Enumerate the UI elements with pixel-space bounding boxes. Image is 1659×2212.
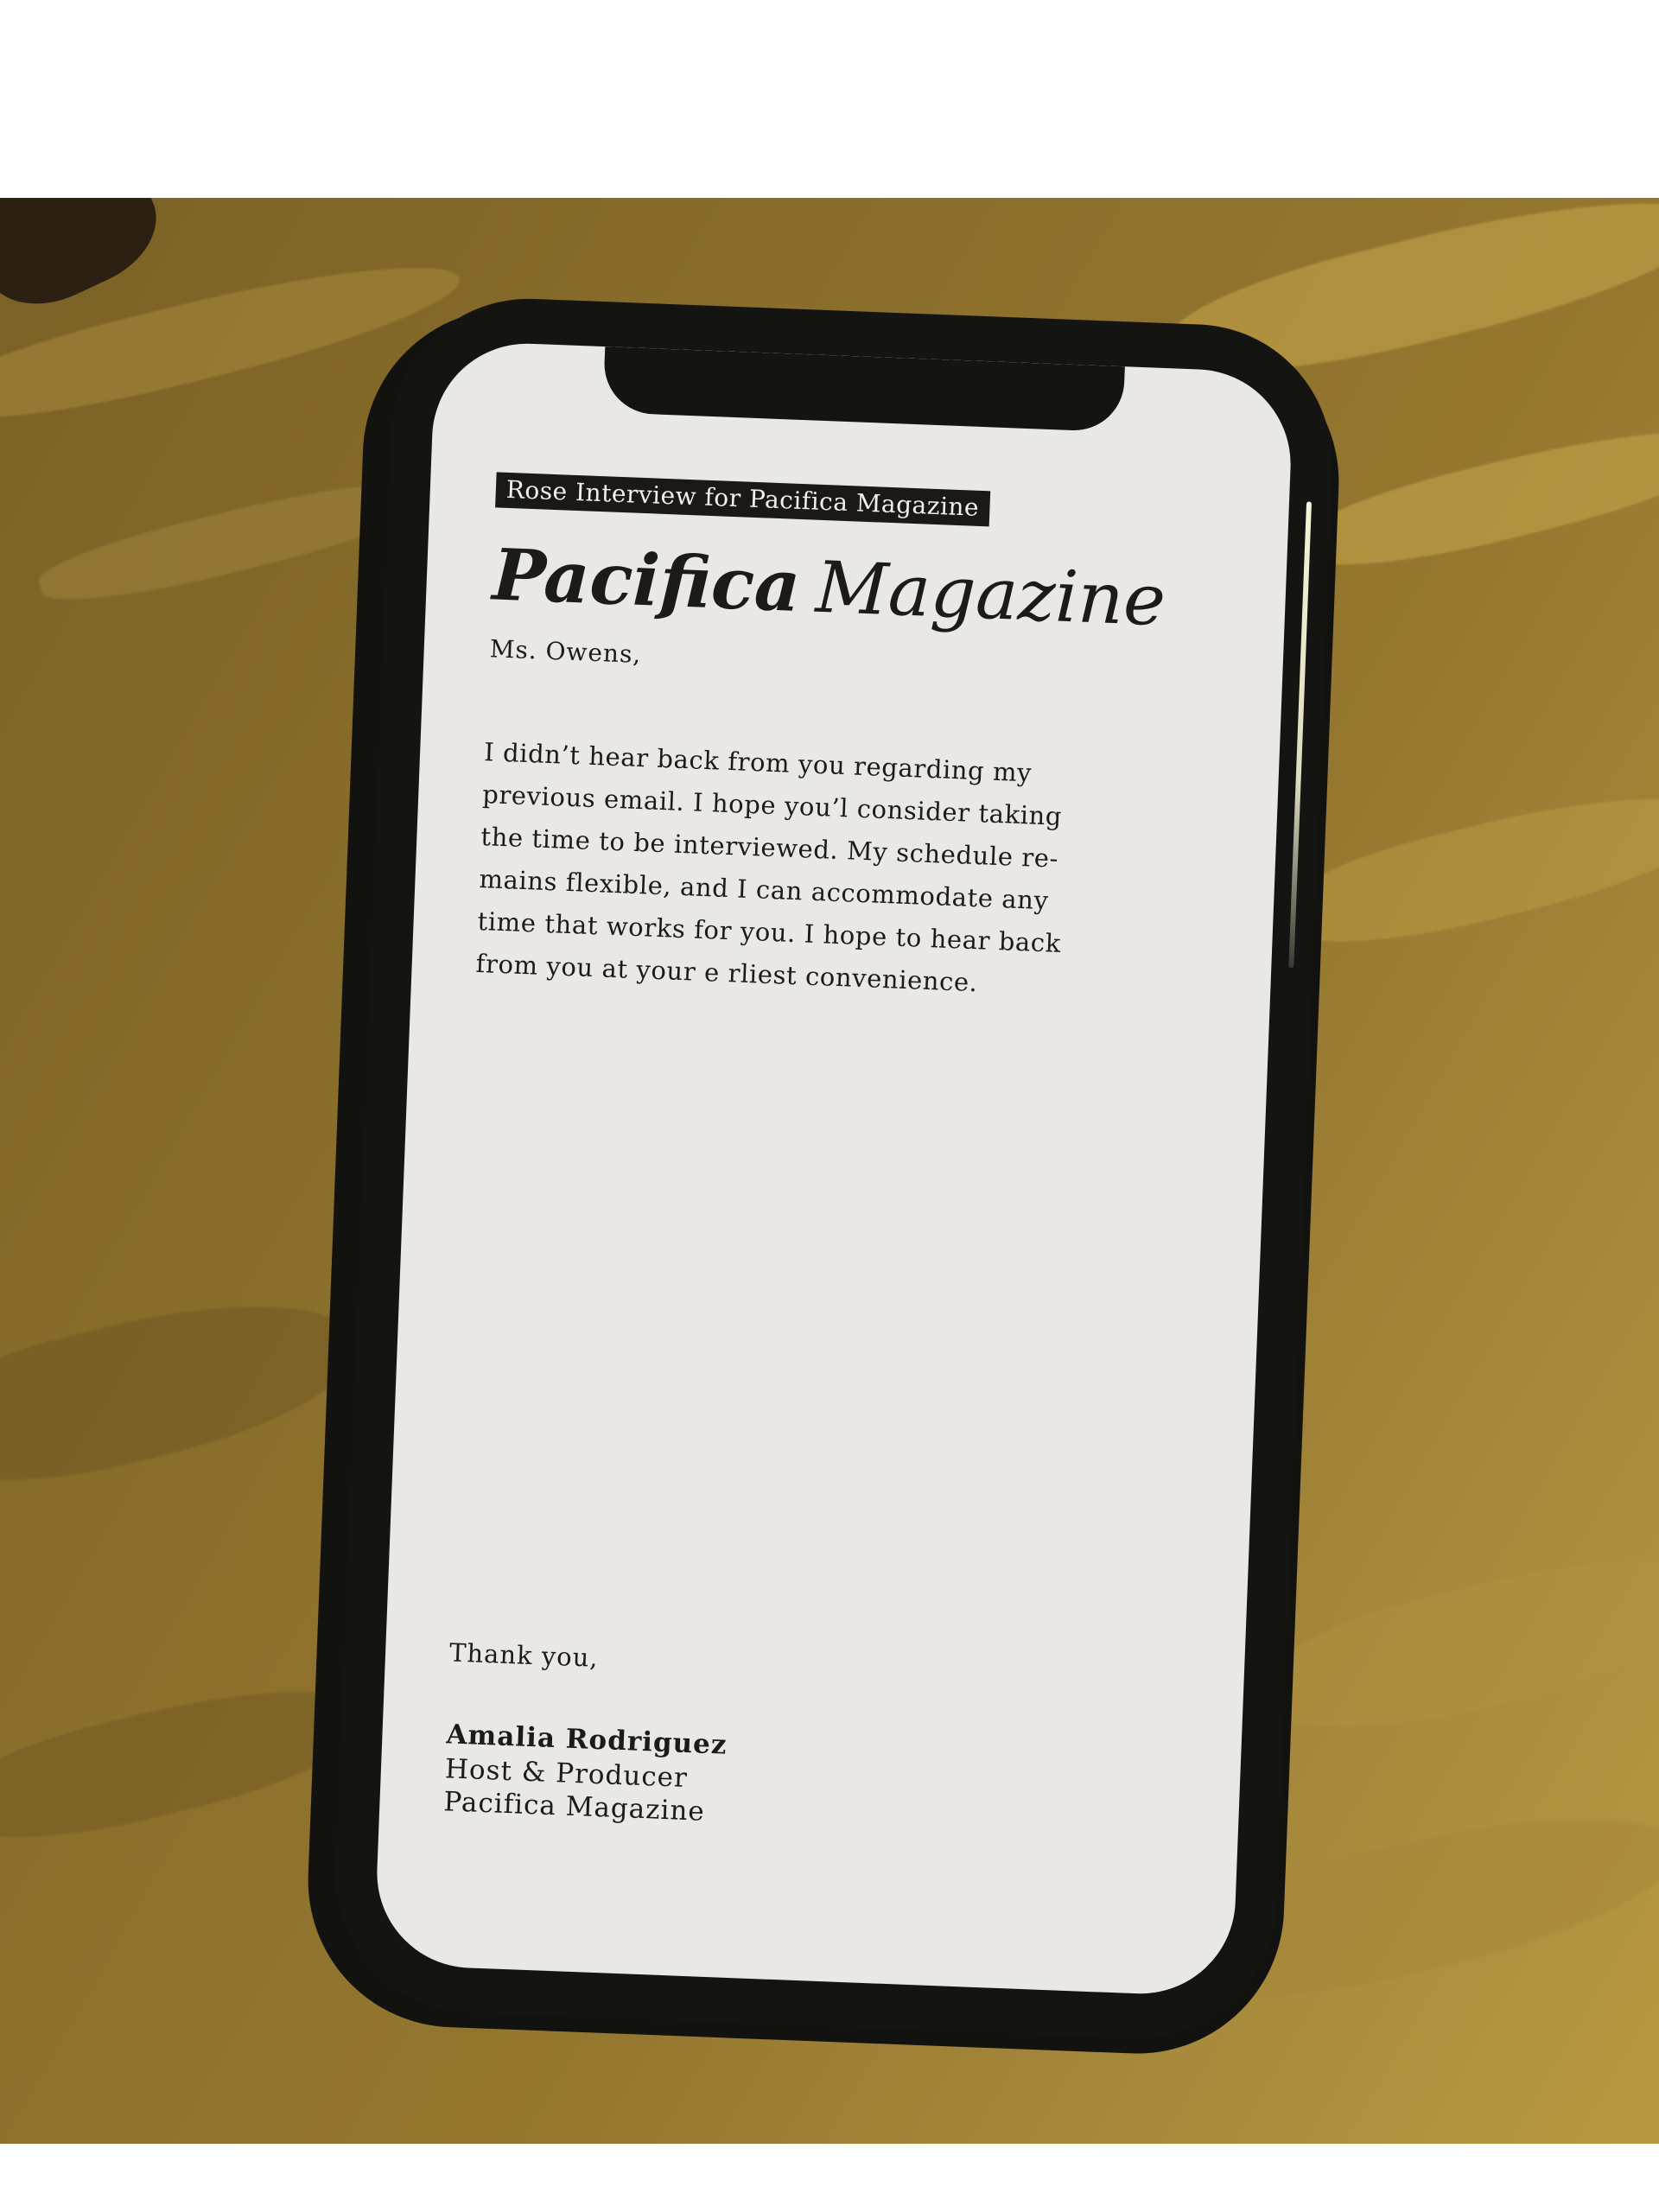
- masthead-bold-word: Pacifica: [491, 533, 803, 628]
- paint-streak: [1254, 1523, 1659, 1758]
- masthead-light-word: Magazine: [814, 546, 1167, 643]
- email-signoff: Thank you,: [448, 1637, 600, 1673]
- email-body: I didn’t hear back from you regarding my…: [475, 731, 1090, 1008]
- paint-streak: [1274, 766, 1659, 969]
- smartphone: Rose Interview for Pacifica Magazine Pac…: [330, 293, 1338, 2044]
- dark-blot: [0, 198, 175, 326]
- email-subject: Rose Interview for Pacifica Magazine: [495, 472, 990, 527]
- magazine-masthead: Pacifica Magazine: [491, 533, 1166, 642]
- paint-streak: [1293, 404, 1659, 588]
- phone-screen: Rose Interview for Pacifica Magazine Pac…: [373, 340, 1294, 1998]
- illustration: Rose Interview for Pacifica Magazine Pac…: [0, 0, 1659, 2212]
- email-greeting: Ms. Owens,: [489, 634, 642, 670]
- paint-streak: [0, 1268, 373, 1512]
